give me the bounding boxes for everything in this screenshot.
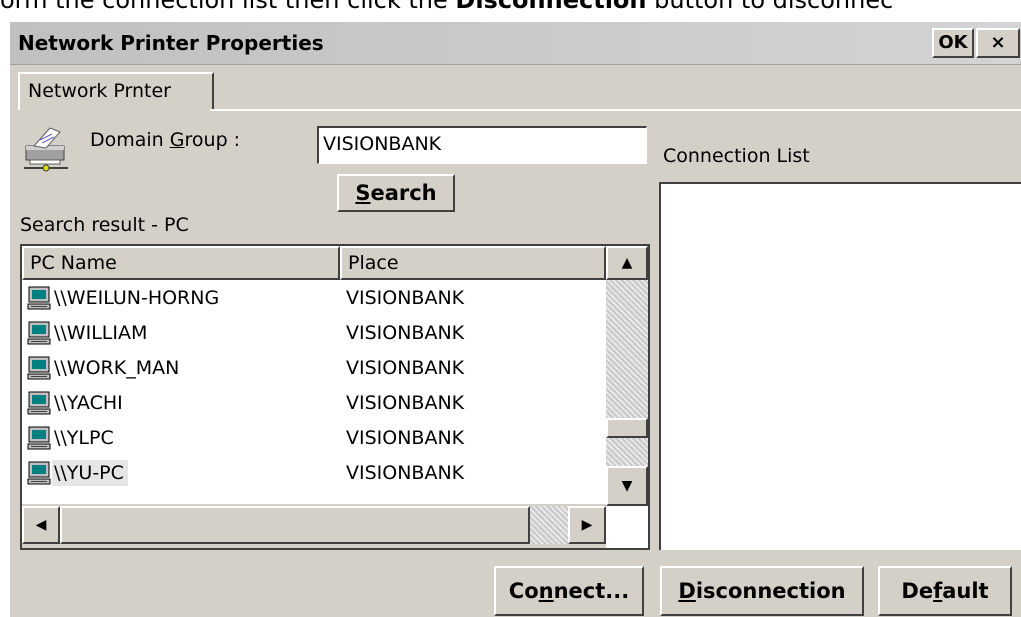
column-header-place[interactable]: Place — [340, 246, 606, 280]
place-cell: VISIONBANK — [346, 286, 465, 309]
list-header: PC Name Place — [22, 246, 606, 280]
computer-icon — [26, 320, 52, 346]
title-bar[interactable]: Network Printer Properties OK × — [10, 22, 1021, 65]
close-button[interactable]: × — [976, 28, 1020, 58]
default-button[interactable]: Default — [878, 566, 1012, 616]
computer-icon — [26, 460, 52, 486]
search-button[interactable]: Search — [337, 174, 455, 212]
computer-icon — [26, 390, 52, 416]
horizontal-scroll-thumb[interactable] — [60, 506, 530, 544]
pc-name: \\YLPC — [54, 426, 114, 449]
pc-name: \\WEILUN-HORNG — [54, 286, 220, 309]
scroll-down-button[interactable]: ▼ — [606, 466, 648, 506]
arrow-right-icon: ▶ — [581, 517, 593, 533]
search-result-list[interactable]: PC Name Place \\WEILUN-HORNG VISIONBANK \\… — [20, 244, 650, 550]
pc-name: \\YACHI — [54, 391, 123, 414]
scroll-left-button[interactable]: ◀ — [22, 506, 60, 544]
connection-list-label: Connection List — [663, 145, 810, 167]
tab-network-printer[interactable]: Network Prnter — [18, 72, 214, 110]
pc-name-cell: \\YLPC — [22, 425, 340, 451]
disconnection-button[interactable]: Disconnection — [660, 566, 864, 616]
vertical-scrollbar[interactable]: ▲ ▼ — [606, 246, 648, 506]
table-row[interactable]: \\YLPC VISIONBANK — [22, 420, 606, 455]
table-row[interactable]: \\WEILUN-HORNG VISIONBANK — [22, 280, 606, 315]
place-cell: VISIONBANK — [346, 356, 465, 379]
connection-list[interactable] — [659, 182, 1021, 550]
pc-name-cell: \\YACHI — [22, 390, 340, 416]
scroll-up-button[interactable]: ▲ — [606, 246, 648, 280]
network-printer-dialog: Network Printer Properties OK × Network … — [8, 22, 1021, 617]
table-row[interactable]: \\YACHI VISIONBANK — [22, 385, 606, 420]
ok-button[interactable]: OK — [932, 28, 974, 58]
pc-name-cell: \\WILLIAM — [22, 320, 340, 346]
pc-name: \\WORK_MAN — [54, 356, 180, 379]
place-cell: VISIONBANK — [346, 461, 465, 484]
arrow-up-icon: ▲ — [621, 255, 633, 271]
tab-divider — [210, 109, 1021, 111]
computer-icon — [26, 355, 52, 381]
scroll-thumb[interactable] — [606, 418, 648, 438]
domain-group-label: Domain Group : — [90, 129, 241, 151]
horizontal-scrollbar[interactable]: ◀ ▶ — [22, 504, 606, 548]
search-result-label: Search result - PC — [20, 214, 189, 236]
arrow-left-icon: ◀ — [35, 517, 47, 533]
table-row[interactable]: \\WORK_MAN VISIONBANK — [22, 350, 606, 385]
place-cell: VISIONBANK — [346, 321, 465, 344]
pc-name-cell: \\WORK_MAN — [22, 355, 340, 381]
scroll-right-button[interactable]: ▶ — [568, 506, 606, 544]
pc-name-cell: \\YU-PC — [22, 459, 340, 486]
pc-name-cell: \\WEILUN-HORNG — [22, 285, 340, 311]
arrow-down-icon: ▼ — [621, 478, 633, 494]
connect-button[interactable]: Connect... — [494, 566, 644, 616]
window-title: Network Printer Properties — [18, 31, 324, 55]
list-rows: \\WEILUN-HORNG VISIONBANK \\WILLIAM VISIONB… — [22, 280, 606, 490]
pc-name: \\YU-PC — [52, 459, 128, 486]
printer-icon — [20, 122, 72, 174]
table-row[interactable]: \\YU-PC VISIONBANK — [22, 455, 606, 490]
computer-icon — [26, 425, 52, 451]
close-icon: × — [990, 32, 1006, 53]
pc-name: \\WILLIAM — [54, 321, 148, 344]
place-cell: VISIONBANK — [346, 426, 465, 449]
horizontal-scroll-track[interactable] — [530, 506, 568, 544]
column-header-pc-name[interactable]: PC Name — [22, 246, 340, 280]
domain-group-input[interactable]: VISIONBANK — [317, 126, 647, 164]
table-row[interactable]: \\WILLIAM VISIONBANK — [22, 315, 606, 350]
place-cell: VISIONBANK — [346, 391, 465, 414]
computer-icon — [26, 285, 52, 311]
